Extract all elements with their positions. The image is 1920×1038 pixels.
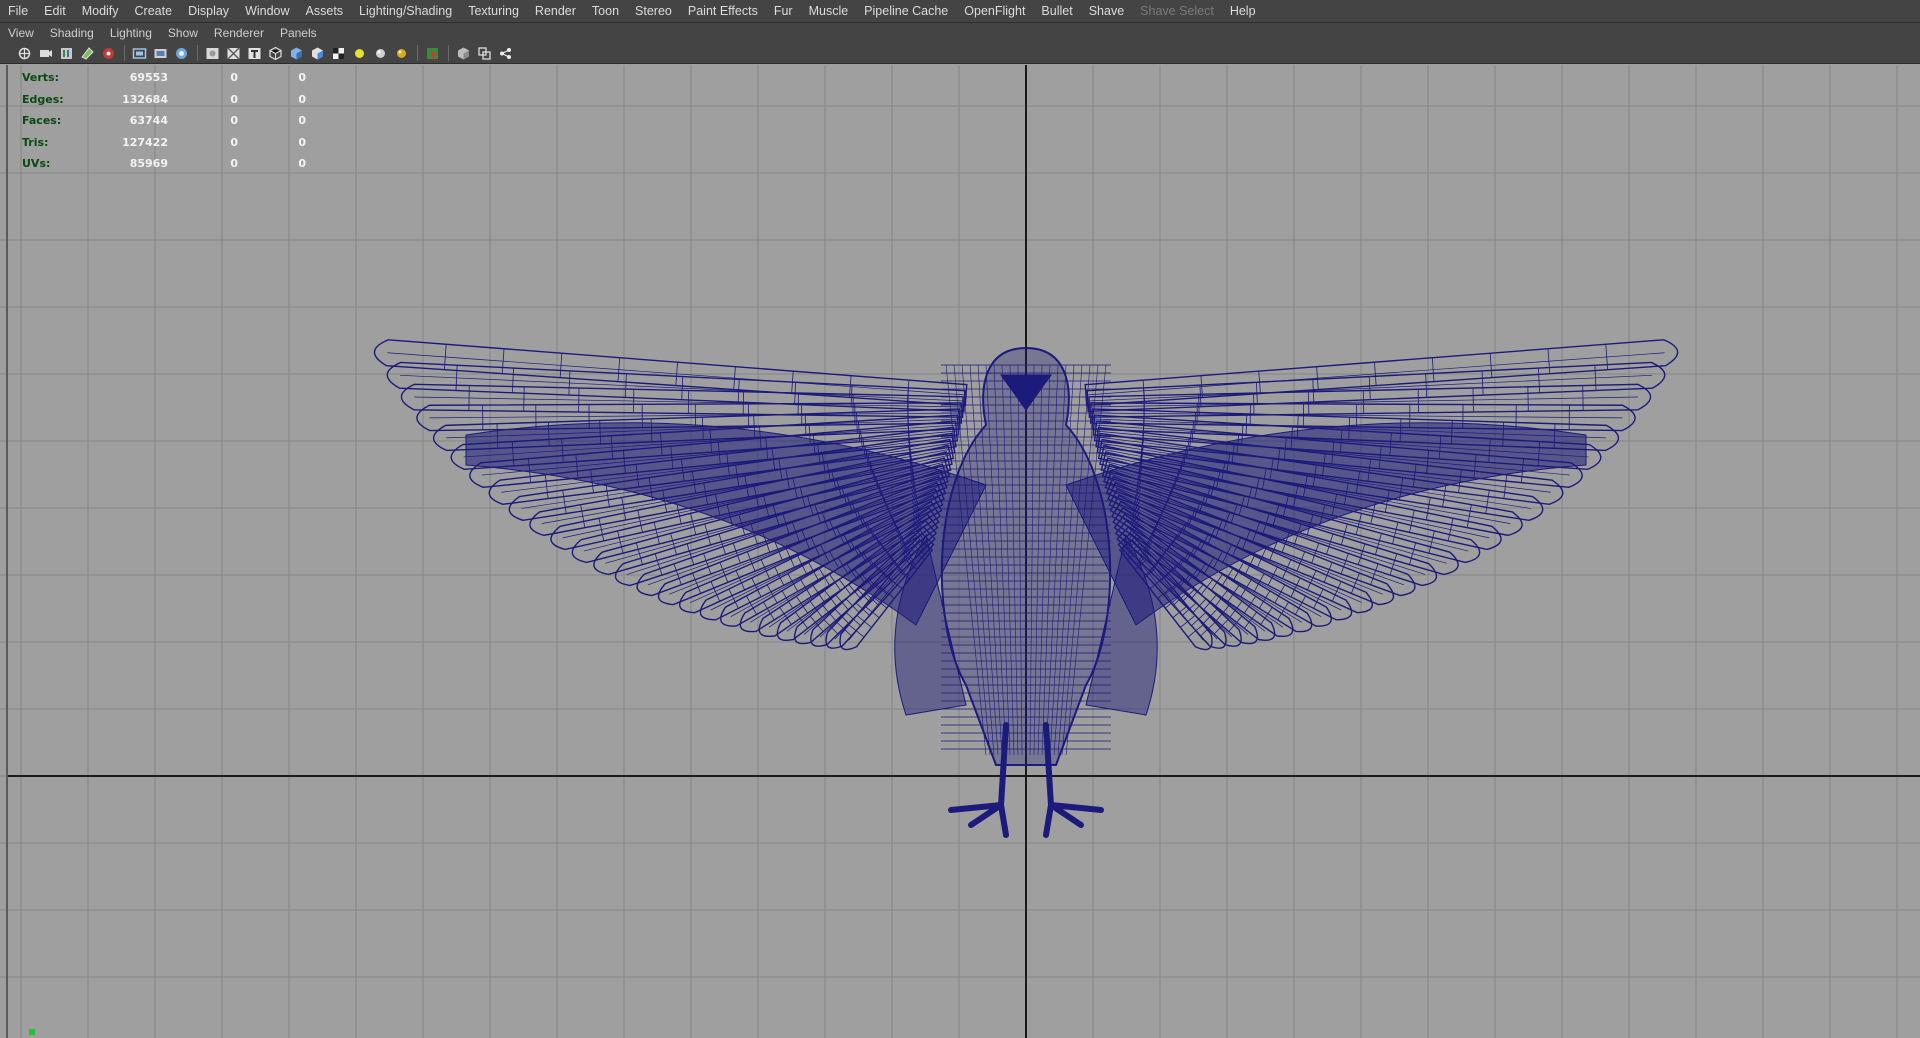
hud-label: Edges:: [22, 92, 64, 106]
menu-paint-effects[interactable]: Paint Effects: [680, 0, 766, 22]
hud-uv: 0: [298, 92, 306, 106]
menu-bullet[interactable]: Bullet: [1033, 0, 1080, 22]
viewport-left-border: [6, 65, 8, 1038]
menu-stereo[interactable]: Stereo: [627, 0, 680, 22]
hud-label: Verts:: [22, 71, 60, 85]
main-menubar: File Edit Modify Create Display Window Assets L…: [0, 0, 1920, 23]
panel-menubar: View Shading Lighting Show Renderer Panels: [0, 23, 1920, 43]
menu-render[interactable]: Render: [527, 0, 584, 22]
hud-row-edges: Edges: 132684 0 0: [22, 89, 306, 111]
menu-edit[interactable]: Edit: [36, 0, 74, 22]
smooth-shade-icon[interactable]: [288, 45, 305, 62]
select-camera-icon[interactable]: [16, 45, 33, 62]
menu-assets[interactable]: Assets: [298, 0, 352, 22]
hud-total: 127422: [122, 135, 168, 149]
menu-fur[interactable]: Fur: [766, 0, 801, 22]
xray-icon[interactable]: [455, 45, 472, 62]
hud-row-uvs: UVs: 85969 0 0: [22, 153, 306, 175]
textured-icon[interactable]: [330, 45, 347, 62]
hud-row-verts: Verts: 69553 0 0: [22, 67, 306, 89]
eagle-wireframe-model[interactable]: [373, 339, 1679, 838]
panel-menu-lighting[interactable]: Lighting: [102, 23, 160, 43]
hud-label: UVs:: [22, 157, 51, 171]
hud-selected: 0: [230, 71, 238, 85]
hud-row-faces: Faces: 63744 0 0: [22, 110, 306, 132]
hud-label: Tris:: [22, 135, 49, 149]
menu-display[interactable]: Display: [180, 0, 237, 22]
hud-uv: 0: [298, 71, 306, 85]
hud-selected: 0: [230, 135, 238, 149]
menu-lighting-shading[interactable]: Lighting/Shading: [351, 0, 460, 22]
isolate-select-icon[interactable]: [424, 45, 441, 62]
component-xray-icon[interactable]: [497, 45, 514, 62]
menu-create[interactable]: Create: [127, 0, 181, 22]
hud-selected: 0: [230, 114, 238, 128]
resolution-gate-icon[interactable]: [152, 45, 169, 62]
menu-file[interactable]: File: [0, 0, 36, 22]
toolbar-separator: [448, 45, 449, 61]
menu-muscle[interactable]: Muscle: [801, 0, 857, 22]
menu-shave[interactable]: Shave: [1081, 0, 1132, 22]
eagle-body-wireframe: [940, 346, 1112, 838]
right-wing-wireframe: [1065, 339, 1679, 716]
hud-selected: 0: [230, 92, 238, 106]
toolbar-separator: [124, 45, 125, 61]
menu-shave-select: Shave Select: [1140, 4, 1214, 18]
menu-window[interactable]: Window: [237, 0, 297, 22]
panel-menu-shading[interactable]: Shading: [42, 23, 102, 43]
hud-total: 63744: [129, 114, 168, 128]
image-plane-icon[interactable]: [79, 45, 96, 62]
grid-toggle-icon[interactable]: [100, 45, 117, 62]
left-wing-wireframe: [373, 339, 987, 716]
safe-title-icon[interactable]: [246, 45, 263, 62]
view-axis-indicator: [29, 1029, 35, 1035]
shadows-icon[interactable]: [393, 45, 410, 62]
safe-action-icon[interactable]: [225, 45, 242, 62]
hud-total: 69553: [129, 71, 168, 85]
menu-modify[interactable]: Modify: [74, 0, 127, 22]
viewport-grid: [0, 65, 1920, 1038]
hud-uv: 0: [298, 157, 306, 171]
default-lighting-icon[interactable]: [351, 45, 368, 62]
flat-shade-icon[interactable]: [309, 45, 326, 62]
viewport-panel[interactable]: [0, 65, 1920, 1038]
field-chart-icon[interactable]: [204, 45, 221, 62]
panel-menu-view[interactable]: View: [0, 23, 42, 43]
hud-uv: 0: [298, 114, 306, 128]
hud-selected: 0: [230, 157, 238, 171]
gate-mask-icon[interactable]: [173, 45, 190, 62]
menu-toon[interactable]: Toon: [584, 0, 627, 22]
film-gate-icon[interactable]: [131, 45, 148, 62]
menu-help[interactable]: Help: [1222, 0, 1264, 22]
panel-menu-panels[interactable]: Panels: [272, 23, 325, 43]
hud-uv: 0: [298, 135, 306, 149]
all-lights-icon[interactable]: [372, 45, 389, 62]
xray-joints-icon[interactable]: [476, 45, 493, 62]
panel-toolbar: [0, 43, 1920, 64]
hud-total: 85969: [129, 157, 168, 171]
menu-pipeline-cache[interactable]: Pipeline Cache: [856, 0, 956, 22]
camera-attributes-icon[interactable]: [37, 45, 54, 62]
hud-total: 132684: [122, 92, 168, 106]
menu-texturing[interactable]: Texturing: [460, 0, 527, 22]
hud-row-tris: Tris: 127422 0 0: [22, 132, 306, 154]
poly-count-hud: Verts: 69553 0 0 Edges: 132684 0 0 Faces: 63744 0 0…: [22, 67, 306, 175]
bookmarks-icon[interactable]: [58, 45, 75, 62]
toolbar-separator: [417, 45, 418, 61]
hud-label: Faces:: [22, 114, 62, 128]
wireframe-icon[interactable]: [267, 45, 284, 62]
toolbar-separator: [197, 45, 198, 61]
menu-openflight[interactable]: OpenFlight: [956, 0, 1033, 22]
panel-menu-show[interactable]: Show: [160, 23, 206, 43]
panel-menu-renderer[interactable]: Renderer: [206, 23, 272, 43]
